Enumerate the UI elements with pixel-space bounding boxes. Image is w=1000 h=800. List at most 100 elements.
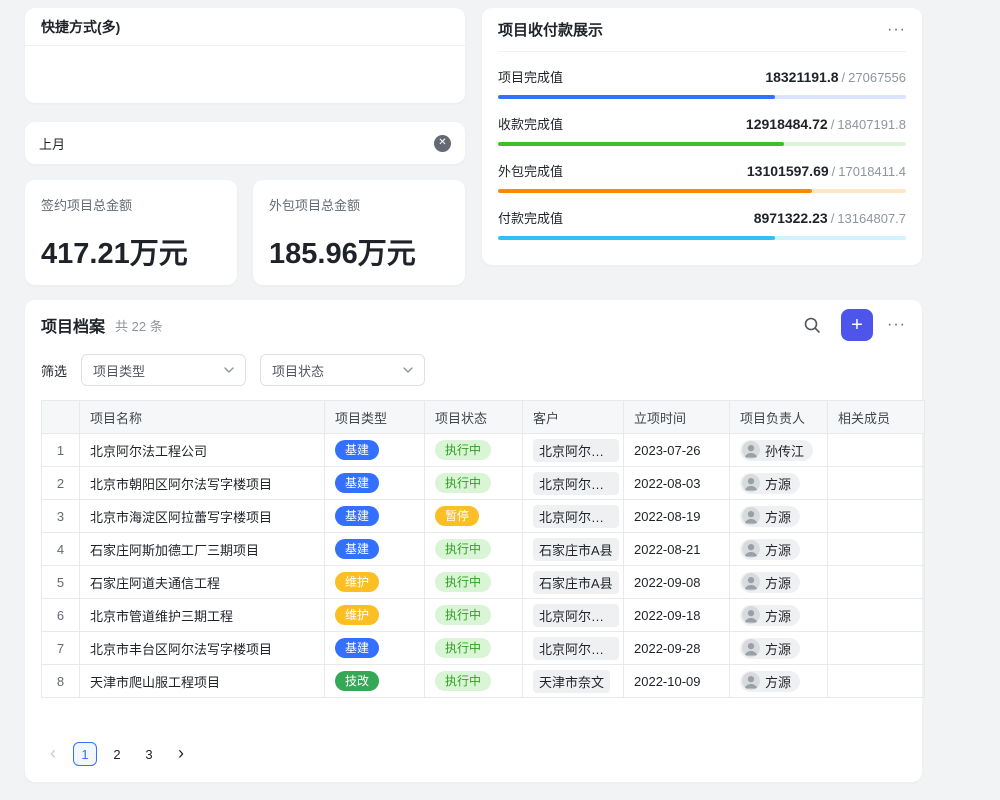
table-row[interactable]: 1 北京阿尔法工程公司 基建 执行中 北京阿尔法工程公司 2023-07-26 … <box>42 434 925 467</box>
start-date-cell[interactable]: 2022-09-18 <box>624 599 730 632</box>
column-header[interactable]: 相关成员 <box>828 401 925 434</box>
prev-page-button[interactable]: ‹ <box>41 742 65 766</box>
clear-filter-icon[interactable]: ✕ <box>434 135 451 152</box>
project-status-tag[interactable]: 执行中 <box>435 473 491 493</box>
project-status-tag[interactable]: 执行中 <box>435 539 491 559</box>
metric-separator: / <box>831 211 835 226</box>
project-status-tag[interactable]: 执行中 <box>435 440 491 460</box>
members-cell[interactable] <box>828 500 925 533</box>
start-date-cell[interactable]: 2022-08-21 <box>624 533 730 566</box>
table-row[interactable]: 3 北京市海淀区阿拉蕾写字楼项目 基建 暂停 北京阿尔法工程公司 2022-08… <box>42 500 925 533</box>
customer-tag[interactable]: 天津市奈文 <box>533 670 610 693</box>
shortcuts-card-header: 快捷方式(多) <box>25 8 465 46</box>
progress-fill <box>498 189 812 193</box>
members-cell[interactable] <box>828 566 925 599</box>
project-name-cell[interactable]: 北京市管道维护三期工程 <box>80 599 325 632</box>
owner-name: 方源 <box>765 474 791 493</box>
column-header[interactable]: 项目状态 <box>425 401 523 434</box>
customer-tag[interactable]: 石家庄市A县 <box>533 538 619 561</box>
project-type-tag[interactable]: 基建 <box>335 638 379 658</box>
owner-tag[interactable]: 方源 <box>740 539 800 560</box>
table-row[interactable]: 8 天津市爬山服工程项目 技改 执行中 天津市奈文 2022-10-09 方源 <box>42 665 925 698</box>
table-row[interactable]: 2 北京市朝阳区阿尔法写字楼项目 基建 执行中 北京阿尔法工程公司 2022-0… <box>42 467 925 500</box>
next-page-button[interactable]: › <box>169 742 193 766</box>
project-type-tag[interactable]: 基建 <box>335 473 379 493</box>
project-type-tag[interactable]: 基建 <box>335 539 379 559</box>
customer-tag[interactable]: 石家庄市A县 <box>533 571 619 594</box>
project-name-cell[interactable]: 石家庄阿斯加德工厂三期项目 <box>80 533 325 566</box>
members-cell[interactable] <box>828 434 925 467</box>
project-status-tag[interactable]: 暂停 <box>435 506 479 526</box>
column-header[interactable]: 项目名称 <box>80 401 325 434</box>
table-row[interactable]: 6 北京市管道维护三期工程 维护 执行中 北京阿尔法工程公司 2022-09-1… <box>42 599 925 632</box>
members-cell[interactable] <box>828 533 925 566</box>
page-button-1[interactable]: 1 <box>73 742 97 766</box>
row-index: 3 <box>42 500 80 533</box>
outsourced-amount-card: 外包项目总金额 185.96万元 <box>253 180 465 285</box>
ellipsis-menu-icon[interactable]: ··· <box>887 316 906 334</box>
project-type-tag[interactable]: 维护 <box>335 572 379 592</box>
avatar <box>742 540 760 558</box>
project-status-tag[interactable]: 执行中 <box>435 572 491 592</box>
members-cell[interactable] <box>828 665 925 698</box>
owner-tag[interactable]: 方源 <box>740 572 800 593</box>
table-row[interactable]: 7 北京市丰台区阿尔法写字楼项目 基建 执行中 北京阿尔法工程公司 2022-0… <box>42 632 925 665</box>
start-date-cell[interactable]: 2022-09-08 <box>624 566 730 599</box>
owner-tag[interactable]: 方源 <box>740 506 800 527</box>
record-count: 共 22 条 <box>115 316 163 335</box>
stat-cards-row: 签约项目总金额 417.21万元 外包项目总金额 185.96万元 <box>25 180 465 285</box>
table-row[interactable]: 4 石家庄阿斯加德工厂三期项目 基建 执行中 石家庄市A县 2022-08-21… <box>42 533 925 566</box>
shortcuts-card-title: 快捷方式(多) <box>41 17 120 37</box>
start-date-cell[interactable]: 2023-07-26 <box>624 434 730 467</box>
start-date-cell[interactable]: 2022-10-09 <box>624 665 730 698</box>
column-header[interactable]: 项目类型 <box>325 401 425 434</box>
members-cell[interactable] <box>828 467 925 500</box>
column-header[interactable]: 立项时间 <box>624 401 730 434</box>
table-footer-space <box>25 698 922 742</box>
project-name-cell[interactable]: 北京市海淀区阿拉蕾写字楼项目 <box>80 500 325 533</box>
owner-name: 方源 <box>765 639 791 658</box>
project-status-tag[interactable]: 执行中 <box>435 605 491 625</box>
customer-tag[interactable]: 北京阿尔法工程公司 <box>533 439 619 462</box>
project-status-tag[interactable]: 执行中 <box>435 638 491 658</box>
project-type-dropdown[interactable]: 项目类型 <box>81 354 246 386</box>
customer-tag[interactable]: 北京阿尔法工程公司 <box>533 505 619 528</box>
start-date-cell[interactable]: 2022-09-28 <box>624 632 730 665</box>
owner-tag[interactable]: 方源 <box>740 638 800 659</box>
metric-label: 外包完成值 <box>498 161 563 180</box>
owner-tag[interactable]: 方源 <box>740 605 800 626</box>
add-record-button[interactable]: + <box>841 309 873 341</box>
project-name-cell[interactable]: 北京市丰台区阿尔法写字楼项目 <box>80 632 325 665</box>
project-type-tag[interactable]: 维护 <box>335 605 379 625</box>
stat-label: 签约项目总金额 <box>41 195 221 214</box>
project-type-tag[interactable]: 基建 <box>335 506 379 526</box>
owner-tag[interactable]: 孙传江 <box>740 440 813 461</box>
project-type-tag[interactable]: 技改 <box>335 671 379 691</box>
column-header[interactable]: 项目负责人 <box>730 401 828 434</box>
owner-tag[interactable]: 方源 <box>740 671 800 692</box>
ellipsis-menu-icon[interactable]: ··· <box>887 21 906 39</box>
start-date-cell[interactable]: 2022-08-03 <box>624 467 730 500</box>
project-name-cell[interactable]: 石家庄阿道夫通信工程 <box>80 566 325 599</box>
row-index: 2 <box>42 467 80 500</box>
progress-track <box>498 236 906 240</box>
page-button-3[interactable]: 3 <box>137 742 161 766</box>
page-button-2[interactable]: 2 <box>105 742 129 766</box>
customer-tag[interactable]: 北京阿尔法工程公司 <box>533 472 619 495</box>
column-header[interactable]: 客户 <box>523 401 624 434</box>
project-status-dropdown[interactable]: 项目状态 <box>260 354 425 386</box>
customer-tag[interactable]: 北京阿尔法工程公司 <box>533 637 619 660</box>
members-cell[interactable] <box>828 632 925 665</box>
owner-tag[interactable]: 方源 <box>740 473 800 494</box>
project-name-cell[interactable]: 天津市爬山服工程项目 <box>80 665 325 698</box>
start-date-cell[interactable]: 2022-08-19 <box>624 500 730 533</box>
date-filter-control[interactable]: 上月 ✕ <box>25 122 465 164</box>
project-name-cell[interactable]: 北京市朝阳区阿尔法写字楼项目 <box>80 467 325 500</box>
search-icon[interactable] <box>797 310 827 340</box>
customer-tag[interactable]: 北京阿尔法工程公司 <box>533 604 619 627</box>
members-cell[interactable] <box>828 599 925 632</box>
project-name-cell[interactable]: 北京阿尔法工程公司 <box>80 434 325 467</box>
project-status-tag[interactable]: 执行中 <box>435 671 491 691</box>
table-row[interactable]: 5 石家庄阿道夫通信工程 维护 执行中 石家庄市A县 2022-09-08 方源 <box>42 566 925 599</box>
project-type-tag[interactable]: 基建 <box>335 440 379 460</box>
